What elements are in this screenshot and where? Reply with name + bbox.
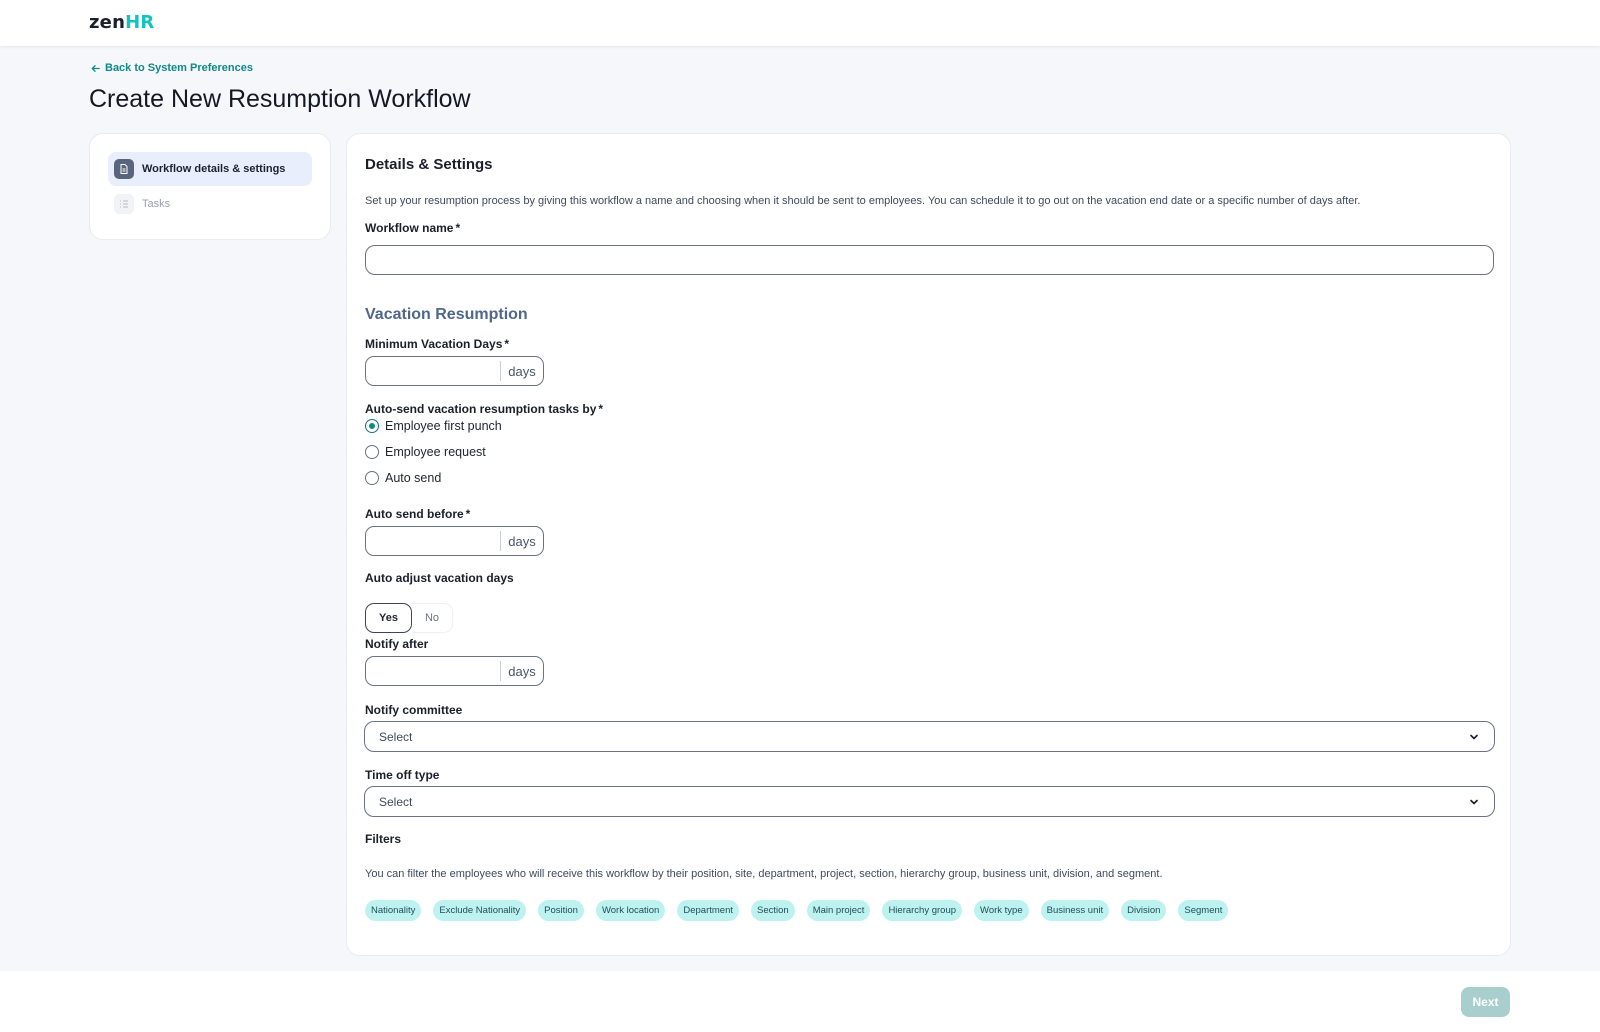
filter-chip-department[interactable]: Department xyxy=(677,900,739,921)
notify-after-input[interactable]: days xyxy=(365,656,544,686)
radio-employee-request[interactable]: Employee request xyxy=(365,445,486,459)
filter-chip-work-location[interactable]: Work location xyxy=(595,900,666,921)
zenhr-logo[interactable]: zenHR xyxy=(89,12,154,33)
filter-chip-section[interactable]: Section xyxy=(751,900,795,921)
auto-send-by-label: Auto-send vacation resumption tasks by * xyxy=(365,402,604,416)
section-description: Set up your resumption process by giving… xyxy=(365,195,1361,207)
auto-adjust-yes-button[interactable]: Yes xyxy=(365,603,412,633)
top-bar: zenHR xyxy=(0,0,1600,46)
radio-employee-first-punch[interactable]: Employee first punch xyxy=(365,419,502,433)
filter-chip-division[interactable]: Division xyxy=(1121,900,1167,921)
back-link-label: Back to System Preferences xyxy=(105,62,253,74)
chevron-down-icon xyxy=(1470,734,1478,739)
radio-label: Employee request xyxy=(385,445,486,459)
arrow-left-icon xyxy=(91,64,100,72)
section-title: Details & Settings xyxy=(365,156,493,173)
radio-checked-icon[interactable] xyxy=(365,419,379,433)
select-value: Select xyxy=(379,794,413,809)
logo-text-hr: HR xyxy=(125,12,155,33)
footer-bar: Next xyxy=(0,971,1600,1032)
notify-committee-label: Notify committee xyxy=(365,703,463,717)
step-workflow-details[interactable]: Workflow details & settings xyxy=(108,152,312,186)
filter-chip-business-unit[interactable]: Business unit xyxy=(1040,900,1110,921)
steps-sidebar: Workflow details & settings Tasks xyxy=(89,133,331,240)
notify-committee-select[interactable]: Select xyxy=(364,721,1495,752)
page-title: Create New Resumption Workflow xyxy=(89,85,471,113)
next-button[interactable]: Next xyxy=(1461,987,1510,1017)
workflow-name-input[interactable] xyxy=(365,245,1494,275)
auto-adjust-vacation-days-label: Auto adjust vacation days xyxy=(365,571,514,585)
time-off-type-label: Time off type xyxy=(365,768,440,782)
days-unit: days xyxy=(500,661,543,681)
radio-label: Auto send xyxy=(385,471,442,485)
step-label: Workflow details & settings xyxy=(142,163,286,175)
chevron-down-icon xyxy=(1470,799,1478,804)
list-icon xyxy=(114,194,134,214)
filters-description: You can filter the employees who will re… xyxy=(365,868,1163,880)
days-unit: days xyxy=(500,361,543,381)
auto-adjust-toggle: Yes No xyxy=(365,603,454,633)
vacation-resumption-heading: Vacation Resumption xyxy=(365,306,528,323)
notify-after-label: Notify after xyxy=(365,637,429,651)
logo-text-zen: zen xyxy=(89,12,126,33)
minimum-vacation-days-input[interactable]: days xyxy=(365,356,544,386)
filters-label: Filters xyxy=(365,832,402,846)
filter-chip-work-type[interactable]: Work type xyxy=(974,900,1029,921)
select-value: Select xyxy=(379,729,413,744)
workflow-name-label: Workflow name * xyxy=(365,221,461,235)
step-tasks[interactable]: Tasks xyxy=(108,187,312,221)
filter-chip-position[interactable]: Position xyxy=(538,900,584,921)
document-icon xyxy=(114,159,134,179)
radio-unchecked-icon[interactable] xyxy=(365,445,379,459)
auto-send-before-input[interactable]: days xyxy=(365,526,544,556)
filter-chip-nationality[interactable]: Nationality xyxy=(365,900,422,921)
radio-unchecked-icon[interactable] xyxy=(365,471,379,485)
minimum-vacation-days-label: Minimum Vacation Days * xyxy=(365,337,510,351)
auto-adjust-no-button[interactable]: No xyxy=(411,603,454,633)
step-label: Tasks xyxy=(142,198,171,210)
filter-chips: Nationality Exclude Nationality Position… xyxy=(365,900,1229,921)
filter-chip-main-project[interactable]: Main project xyxy=(806,900,871,921)
notify-after-field[interactable] xyxy=(366,657,500,685)
radio-label: Employee first punch xyxy=(385,419,502,433)
back-to-system-preferences-link[interactable]: Back to System Preferences xyxy=(90,62,253,74)
filter-chip-hierarchy-group[interactable]: Hierarchy group xyxy=(882,900,963,921)
radio-auto-send[interactable]: Auto send xyxy=(365,471,441,485)
days-unit: days xyxy=(500,531,543,551)
details-settings-card: Details & Settings Set up your resumptio… xyxy=(346,133,1511,956)
filter-chip-segment[interactable]: Segment xyxy=(1178,900,1229,921)
minimum-vacation-days-field[interactable] xyxy=(366,357,500,385)
time-off-type-select[interactable]: Select xyxy=(364,786,1495,817)
auto-send-before-label: Auto send before * xyxy=(365,507,471,521)
filter-chip-exclude-nationality[interactable]: Exclude Nationality xyxy=(433,900,527,921)
auto-send-before-field[interactable] xyxy=(366,527,500,555)
